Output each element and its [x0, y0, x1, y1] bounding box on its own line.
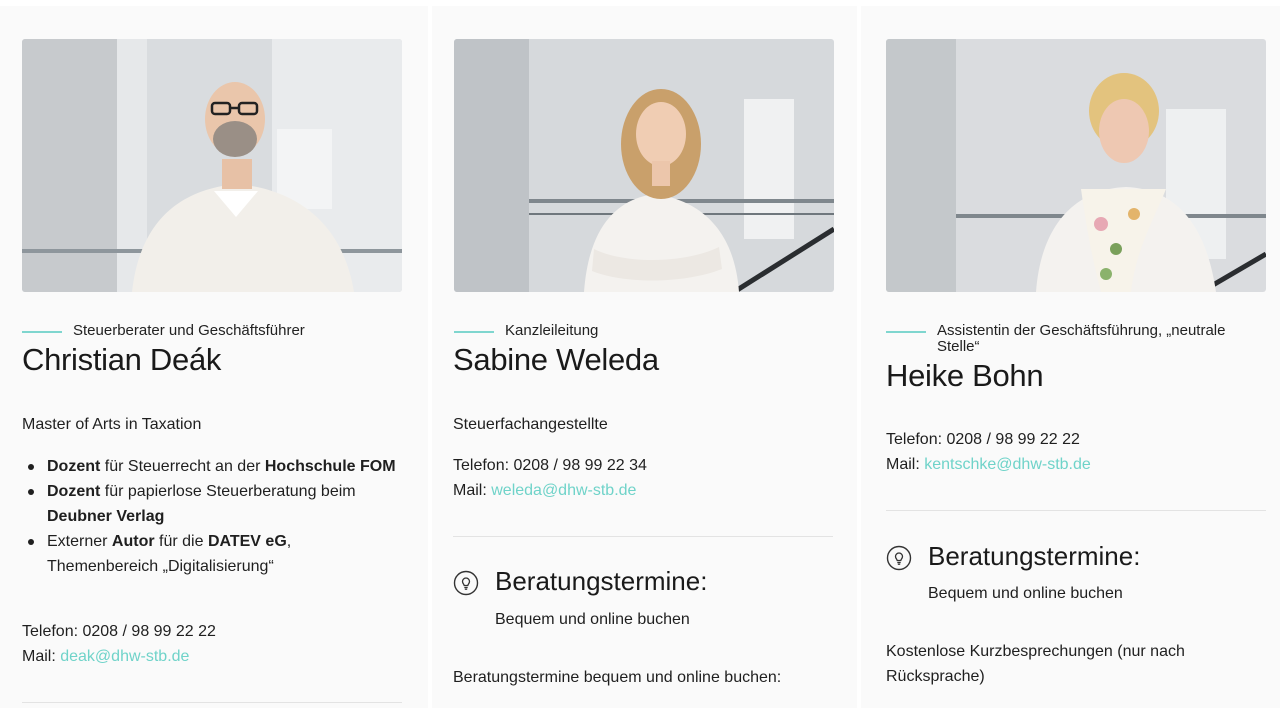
booking-subtitle: Bequem und online buchen	[495, 611, 690, 628]
person-name: Heike Bohn	[886, 358, 1044, 393]
phone-text: Telefon: 0208 / 98 99 22 22	[22, 623, 216, 640]
divider	[22, 702, 402, 703]
role-label: Kanzleileitung	[454, 323, 834, 339]
lightbulb-icon	[886, 545, 912, 571]
accent-line	[22, 331, 62, 333]
person-name: Sabine Weleda	[453, 342, 659, 377]
role-label: Assistentin der Geschäftsführung, „neutr…	[886, 323, 1266, 355]
role-label: Steuerberater und Geschäftsführer	[22, 323, 402, 339]
booking-subtitle: Bequem und online buchen	[928, 585, 1123, 602]
list-item: Dozent für Steuerrecht an der Hochschule…	[22, 454, 402, 479]
portrait-photo-deak	[22, 39, 402, 292]
role-text: Kanzleileitung	[505, 322, 599, 339]
portrait-photo-weleda	[454, 39, 834, 292]
team-card-bohn: Assistentin der Geschäftsführung, „neutr…	[861, 6, 1280, 708]
role-text: Steuerberater und Geschäftsführer	[73, 322, 305, 339]
portrait-photo-bohn	[886, 39, 1266, 292]
role-text: Assistentin der Geschäftsführung, „neutr…	[937, 322, 1226, 355]
phone-text: Telefon: 0208 / 98 99 22 22	[886, 431, 1080, 448]
mail-row: Mail: weleda@dhw-stb.de	[453, 478, 636, 503]
person-name: Christian Deák	[22, 342, 222, 377]
list-item: Externer Autor für die DATEV eG, Themenb…	[22, 529, 402, 579]
booking-title: Beratungstermine:	[495, 566, 708, 596]
degree-text: Master of Arts in Taxation	[22, 416, 202, 433]
mail-link[interactable]: kentschke@dhw-stb.de	[924, 456, 1091, 473]
booking-note: Kostenlose Kurzbesprechungen (nur nach R…	[886, 643, 1185, 685]
accent-line	[454, 331, 494, 333]
team-card-deak: Steuerberater und Geschäftsführer Christ…	[0, 6, 428, 708]
divider	[886, 510, 1266, 511]
phone-text: Telefon: 0208 / 98 99 22 34	[453, 457, 647, 474]
lightbulb-icon	[453, 570, 479, 596]
team-card-weleda: Kanzleileitung Sabine Weleda Steuerfacha…	[432, 6, 857, 708]
mail-link[interactable]: deak@dhw-stb.de	[60, 648, 189, 665]
mail-label: Mail:	[453, 482, 492, 499]
list-item: Dozent für papierlose Steuerberatung bei…	[22, 479, 402, 529]
mail-label: Mail:	[22, 648, 61, 665]
mail-row: Mail: deak@dhw-stb.de	[22, 644, 189, 669]
divider	[453, 536, 833, 537]
booking-title: Beratungstermine:	[928, 541, 1141, 571]
team-section: Steuerberater und Geschäftsführer Christ…	[0, 0, 1280, 708]
degree-text: Steuerfachangestellte	[453, 416, 608, 433]
mail-label: Mail:	[886, 456, 925, 473]
booking-note: Beratungstermine bequem und online buche…	[453, 669, 782, 686]
qualification-list: Dozent für Steuerrecht an der Hochschule…	[22, 454, 402, 579]
accent-line	[886, 331, 926, 333]
mail-row: Mail: kentschke@dhw-stb.de	[886, 452, 1091, 477]
mail-link[interactable]: weleda@dhw-stb.de	[491, 482, 636, 499]
